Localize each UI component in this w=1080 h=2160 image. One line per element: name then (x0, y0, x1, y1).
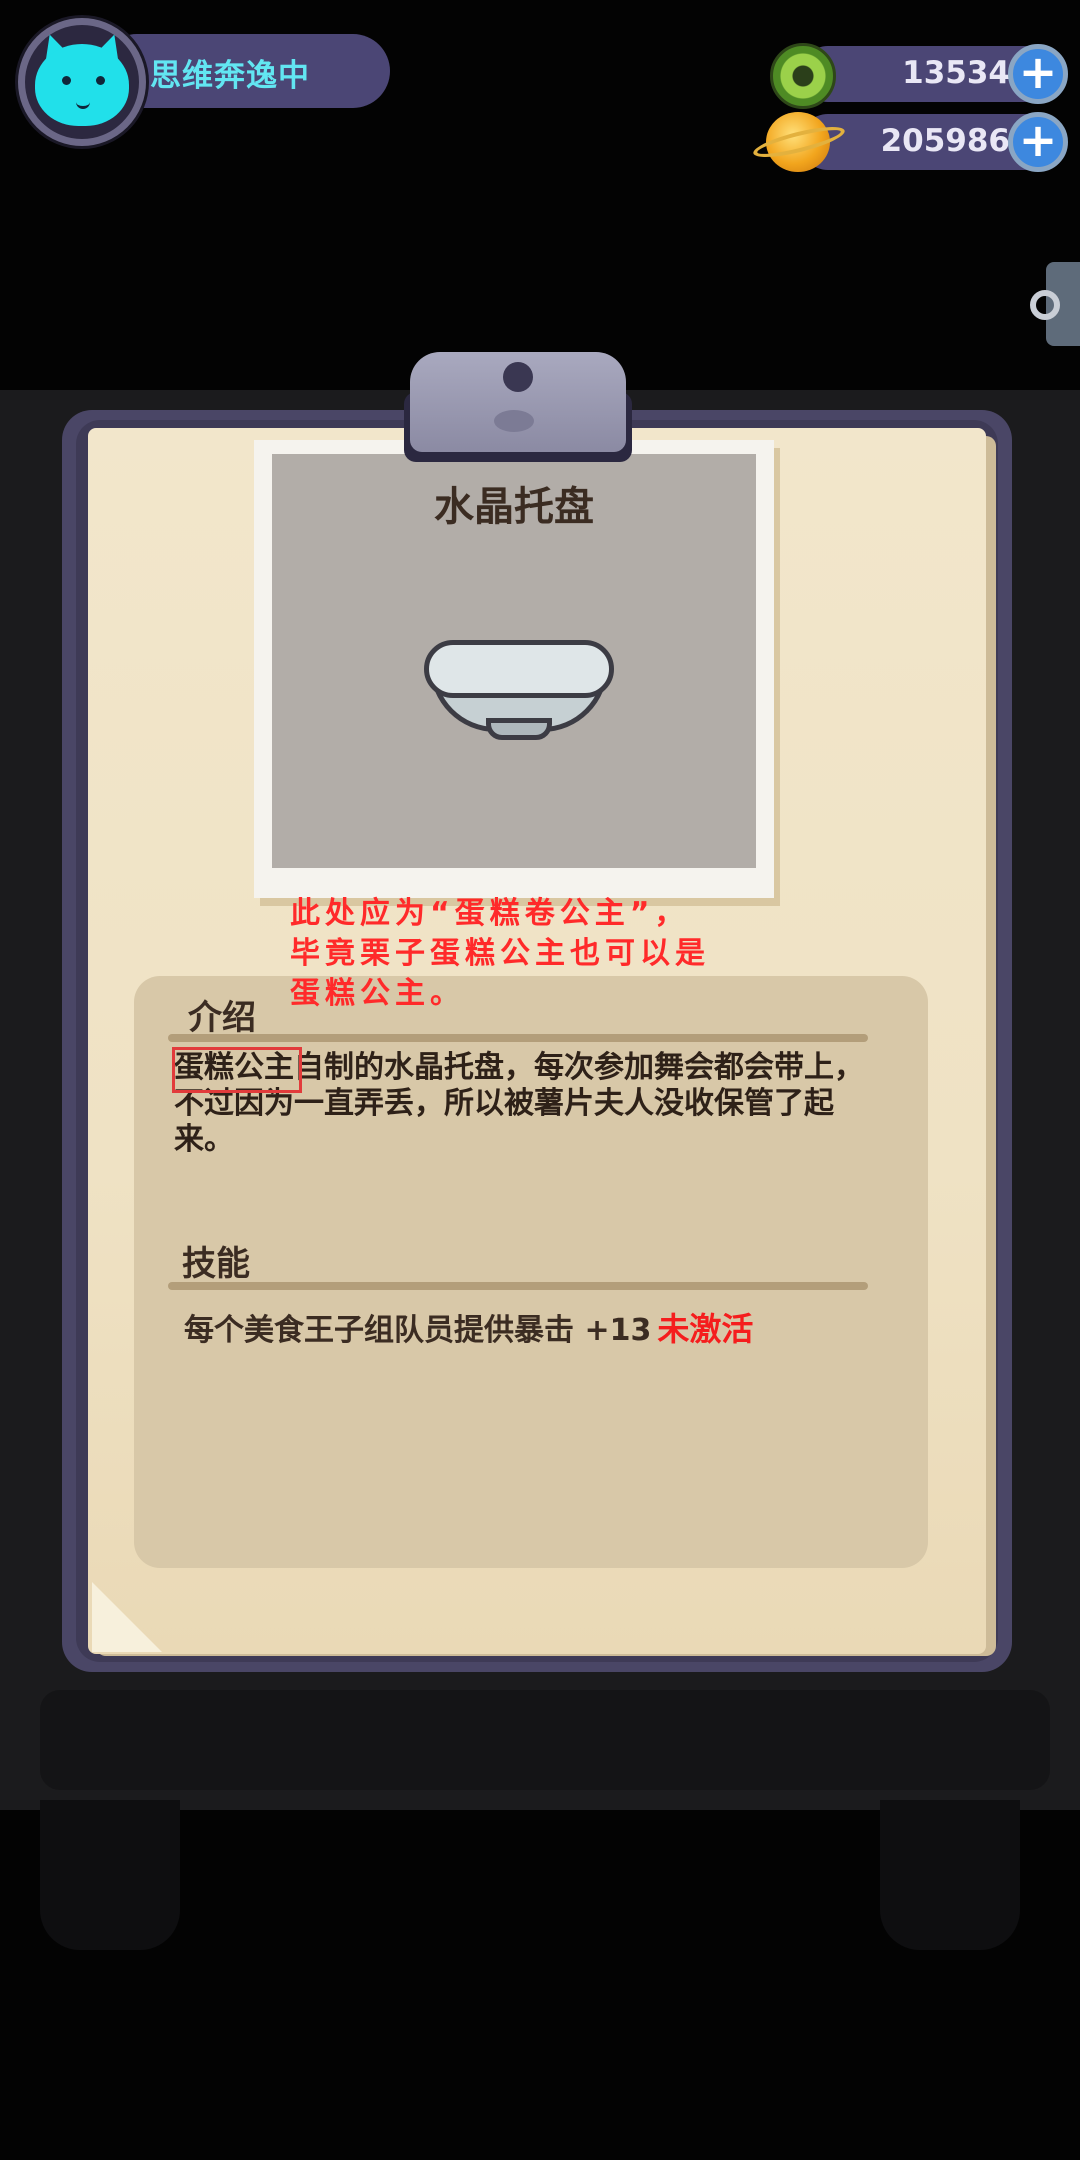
skill-description: 每个美食王子组队员提供暴击 +13 未激活 (184, 1304, 753, 1350)
donut-coin-icon (770, 43, 836, 109)
scissors-icon (1030, 290, 1060, 320)
paper-corner-fold (92, 1582, 162, 1652)
intro-title: 介绍 (188, 998, 256, 1038)
add-planet-button[interactable]: + (1008, 112, 1068, 172)
player-status-text: 思维奔逸中 (150, 58, 310, 94)
fish-icon (494, 410, 534, 432)
intro-divider (168, 1034, 868, 1042)
skill-title: 技能 (182, 1244, 250, 1284)
bowl-base (486, 718, 552, 740)
cat-eye (96, 76, 105, 85)
stand-leg (40, 1800, 180, 1950)
annotation-highlight-box (172, 1047, 302, 1093)
bowl-rim (424, 640, 614, 698)
cat-avatar-icon (35, 44, 129, 126)
annotation-line: 毕竟栗子蛋糕公主也可以是 (290, 936, 710, 971)
annotation-line: 蛋糕公主。 (290, 976, 465, 1011)
clip-hole (503, 362, 533, 392)
annotation-line: 此处应为“蛋糕卷公主”， (290, 896, 690, 931)
skill-divider (168, 1282, 868, 1290)
cat-eye (62, 76, 71, 85)
stand-leg (880, 1800, 1020, 1950)
currency-value-planet: 205986 (880, 123, 1010, 159)
board-stand (40, 1690, 1050, 1790)
skill-status: 未激活 (657, 1310, 754, 1348)
add-donut-button[interactable]: + (1008, 44, 1068, 104)
annotation-note: 此处应为“蛋糕卷公主”， 毕竟栗子蛋糕公主也可以是 蛋糕公主。 (290, 894, 810, 1014)
item-title: 水晶托盘 (434, 484, 594, 530)
currency-value-donut: 13534 (902, 55, 1010, 91)
skill-text: 每个美食王子组队员提供暴击 +13 (184, 1313, 652, 1348)
